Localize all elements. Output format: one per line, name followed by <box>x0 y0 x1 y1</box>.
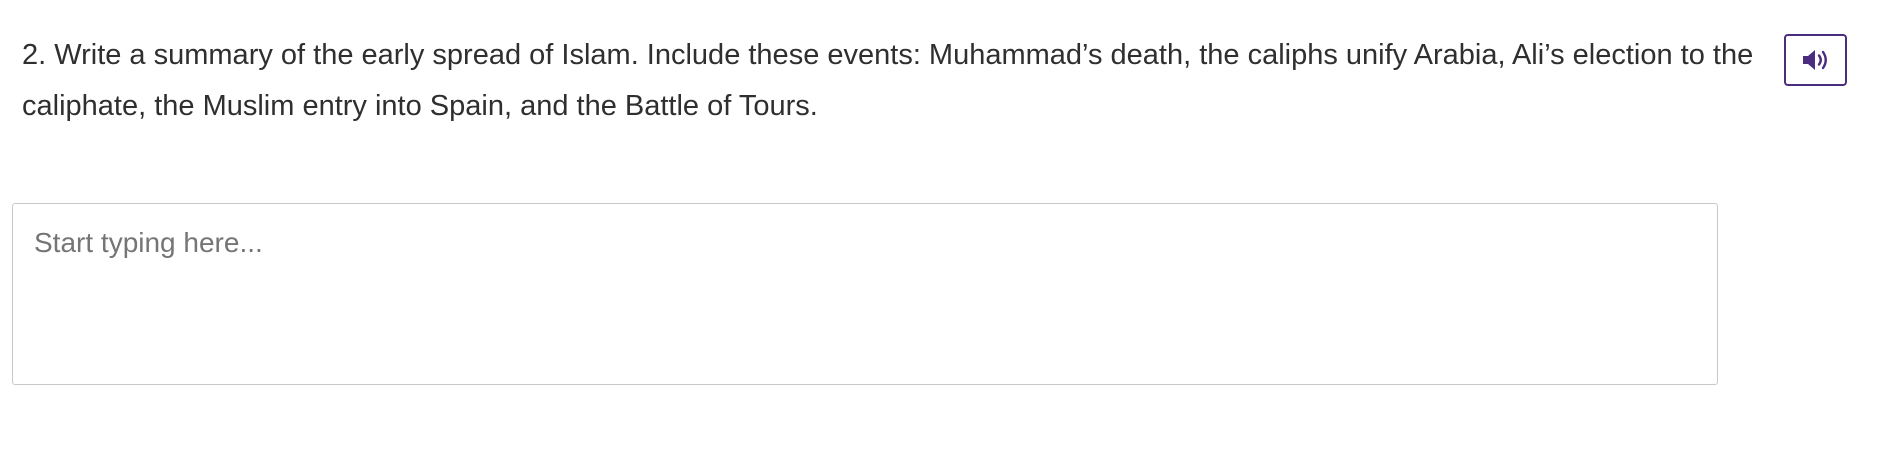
speaker-icon <box>1802 50 1827 70</box>
read-aloud-button[interactable] <box>1784 34 1847 86</box>
question-text: 2. Write a summary of the early spread o… <box>22 39 1754 122</box>
answer-textarea[interactable] <box>12 203 1718 385</box>
